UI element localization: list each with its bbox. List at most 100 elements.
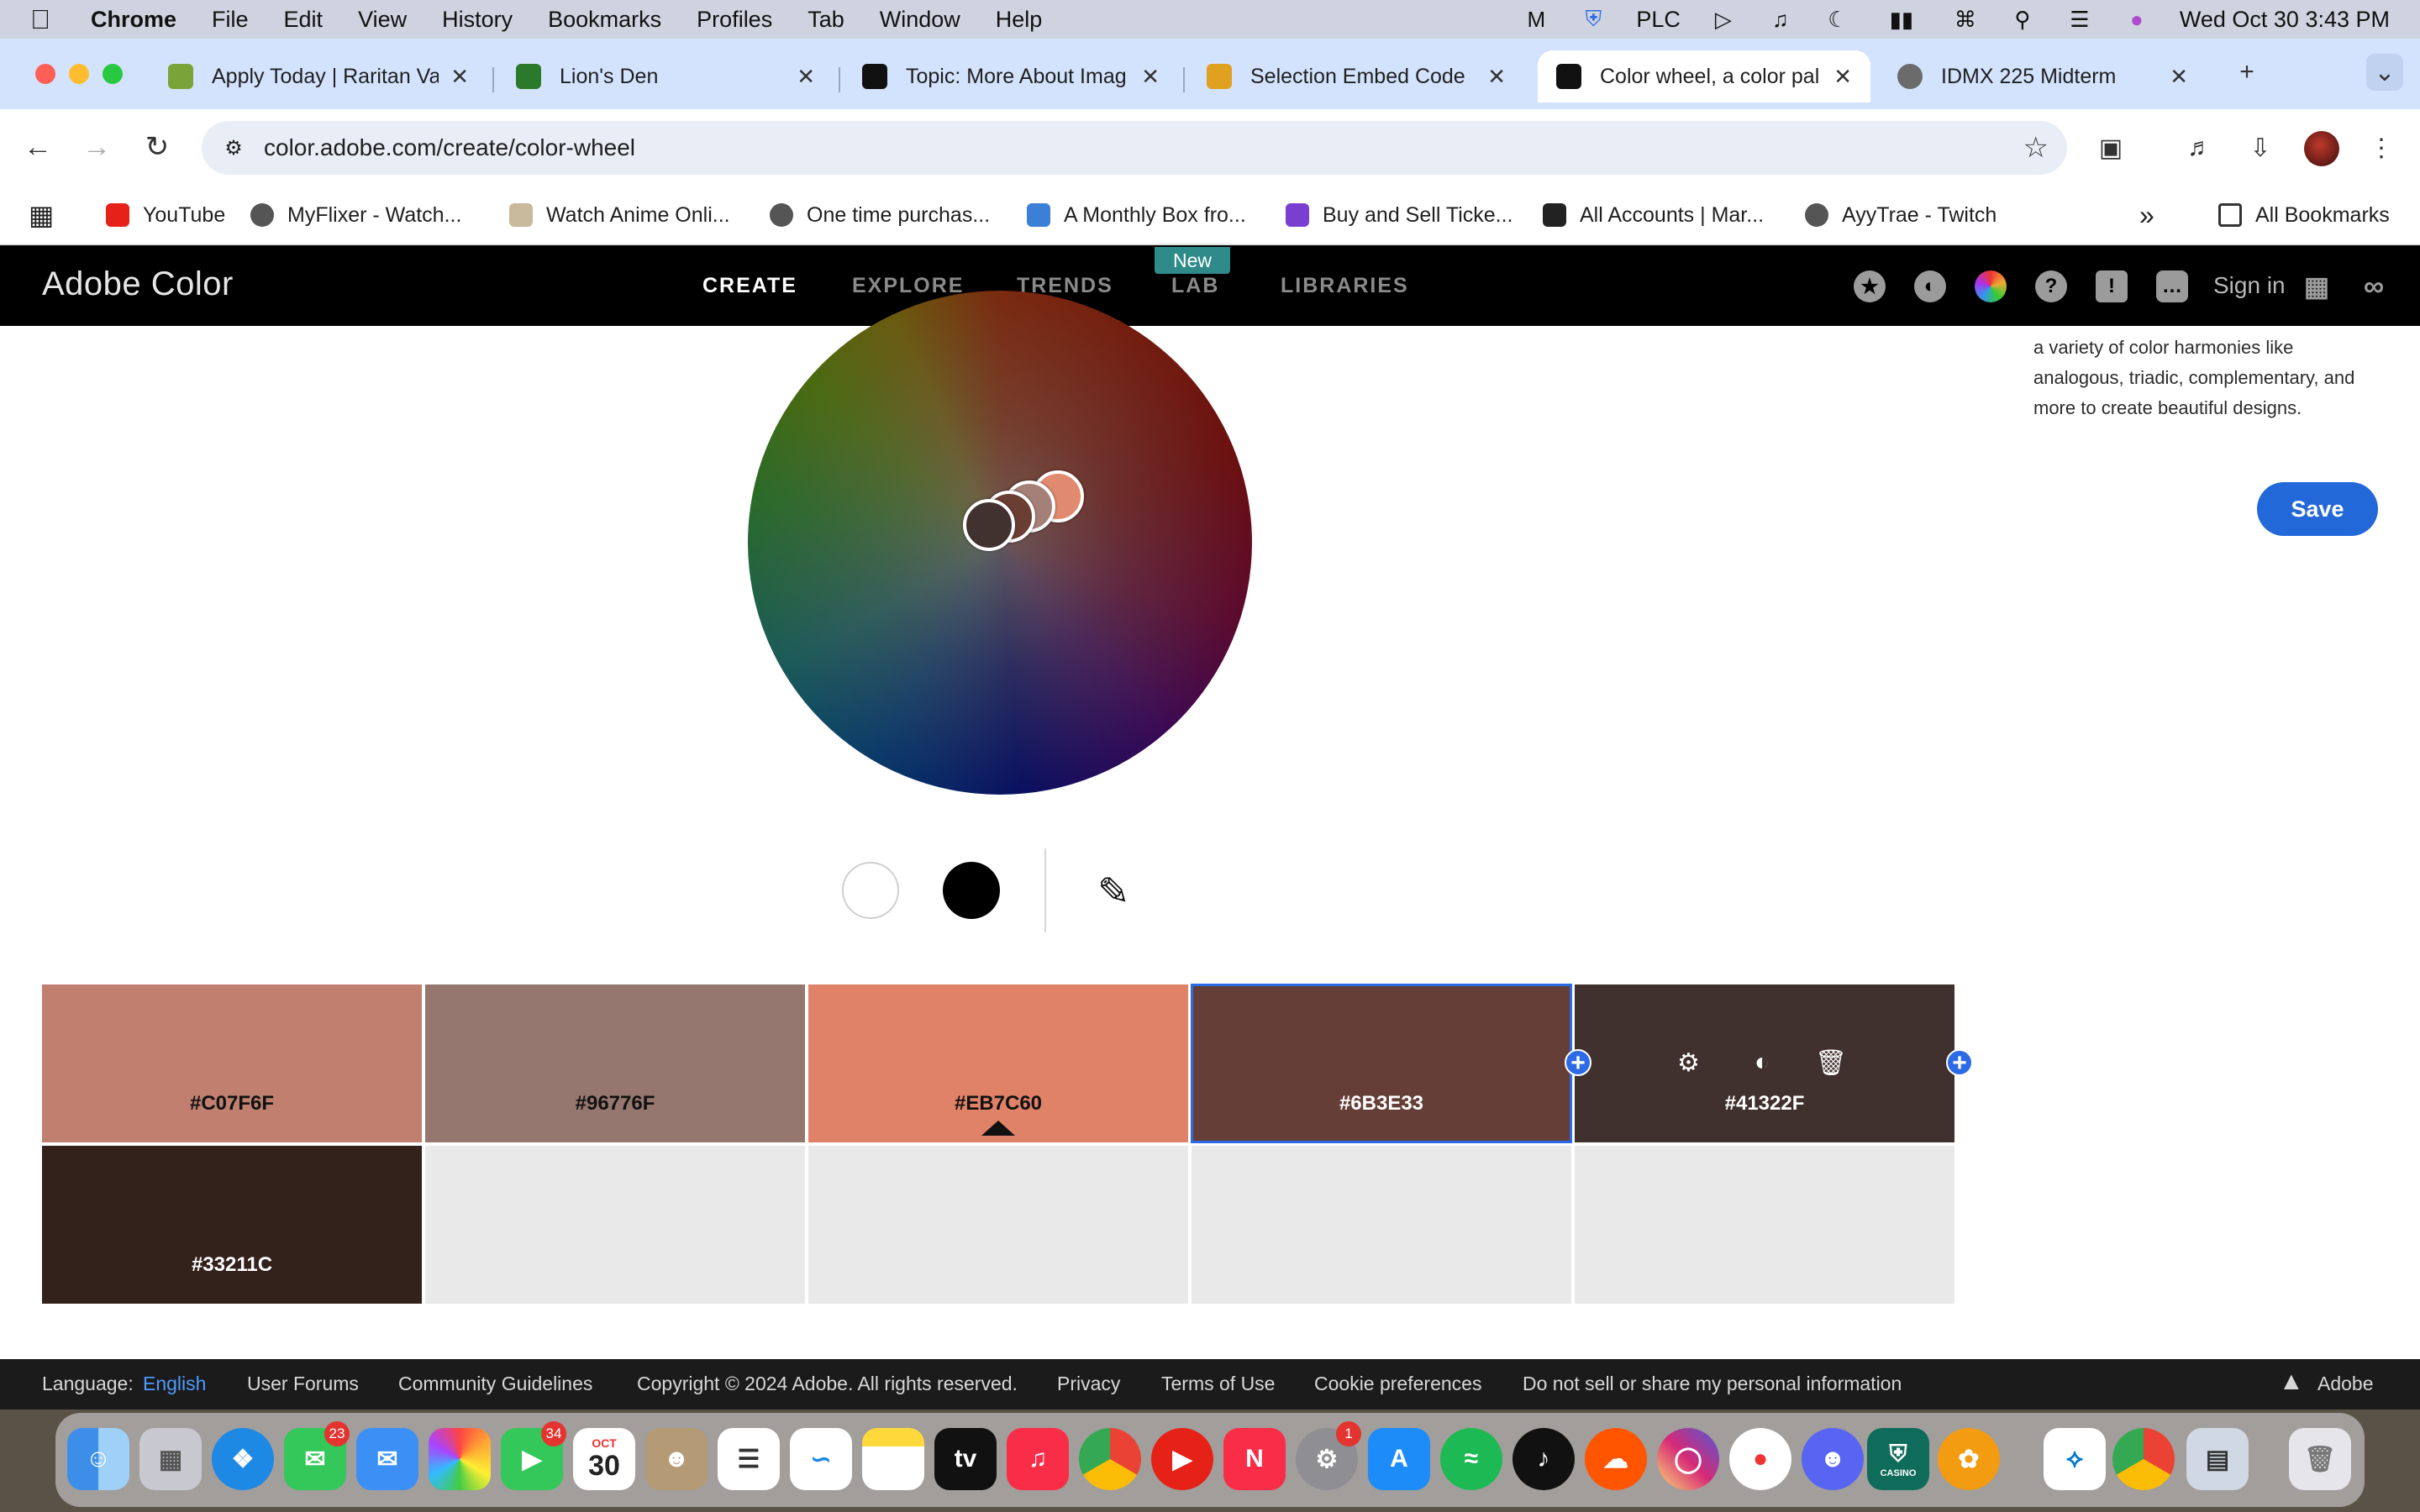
airpods-icon[interactable]: ♫ [1766,7,1795,32]
bookmark-monthly-box[interactable]: A Monthly Box fro... [1027,198,1246,232]
music-icon[interactable]: ♫ [1007,1428,1069,1490]
set-base-color-icon[interactable]: ◐ [1754,1048,1770,1077]
media-controls-icon[interactable]: ♬ [2181,129,2218,166]
menu-edit[interactable]: Edit [284,7,324,33]
close-window-button[interactable] [35,64,55,84]
swatch-hex[interactable]: #6B3E33 [1192,1092,1571,1116]
mail-icon[interactable]: ✉ [356,1428,418,1490]
reload-button[interactable]: ↻ [138,128,176,166]
sign-in-link[interactable]: Sign in [2213,272,2286,299]
fl-studio-icon[interactable]: ✿ [1938,1428,2000,1490]
tiktok-icon[interactable]: ♪ [1512,1428,1575,1490]
tab-close-icon[interactable]: ✕ [2170,64,2188,90]
menu-clock[interactable]: Wed Oct 30 3:43 PM [2180,7,2390,33]
contacts-icon[interactable]: ☻ [645,1428,708,1490]
tab-idmx-midterm[interactable]: IDMX 225 Midterm ✕ [1879,50,2207,102]
casino-app-icon[interactable]: ⛨ CASINO [1867,1428,1929,1490]
bookmark-youtube[interactable]: YouTube [106,198,225,232]
adobe-logo-icon[interactable]: ▲ [2279,1368,2304,1396]
all-bookmarks[interactable]: All Bookmarks [2218,198,2390,232]
youtube-app-icon[interactable]: ▶ [1151,1428,1213,1490]
chrome-secondary-icon[interactable] [2112,1428,2175,1490]
swatch-hex[interactable]: #33211C [42,1253,422,1277]
tab-raritan[interactable]: Apply Today | Raritan Va ✕ [150,50,487,102]
site-settings-icon[interactable]: ⚙ [220,134,247,161]
tab-topic[interactable]: Topic: More About Imag ✕ [844,50,1178,102]
footer-link-terms[interactable]: Terms of Use [1161,1373,1275,1395]
new-tab-button[interactable]: + [2228,54,2265,91]
launchpad-icon[interactable]: ▦ [139,1428,202,1490]
discord-icon[interactable]: ☻ [1802,1428,1864,1490]
tab-selection-embed[interactable]: Selection Embed Code ✕ [1188,50,1524,102]
adjust-sliders-icon[interactable]: ⚙ [1677,1048,1700,1078]
spotify-icon[interactable]: ≈ [1440,1428,1502,1490]
bookmark-twitch[interactable]: AyyTrae - Twitch [1805,198,1996,232]
profile-avatar[interactable] [2304,131,2339,166]
freeform-icon[interactable]: ∽ [790,1428,852,1490]
color-node[interactable] [963,499,1015,551]
apps-grid-icon[interactable]: ▦ [29,198,54,232]
menu-app-chrome[interactable]: Chrome [91,7,176,33]
plc-status[interactable]: PLC [1636,7,1681,33]
apps-grid-icon[interactable]: ▦ [2301,270,2333,302]
play-circle-icon[interactable]: ▷ [1709,7,1738,32]
apple-icon[interactable]:  [30,4,59,35]
menu-view[interactable]: View [358,7,407,33]
reminders-icon[interactable]: ☰ [718,1428,780,1490]
tab-close-icon[interactable]: ✕ [1487,64,1506,90]
tab-color-wheel[interactable]: Color wheel, a color pal ✕ [1538,50,1870,102]
color-swatch[interactable]: #96776F [425,984,805,1142]
footer-link-privacy[interactable]: Privacy [1057,1373,1120,1395]
spotlight-search-icon[interactable]: ⚲ [2008,7,2037,32]
chrome-icon[interactable] [1079,1428,1141,1490]
malwarebytes-icon[interactable]: M [1522,7,1550,32]
add-color-left-button[interactable]: + [1565,1049,1591,1076]
menu-profiles[interactable]: Profiles [697,7,772,33]
menu-tab[interactable]: Tab [808,7,844,33]
swatch-hex[interactable]: #C07F6F [42,1092,422,1116]
maps-icon[interactable]: ● [1729,1428,1791,1490]
soundcloud-icon[interactable]: ☁ [1585,1428,1647,1490]
calendar-icon[interactable]: OCT 30 [573,1428,635,1490]
photos-icon[interactable] [429,1428,491,1490]
bookmark-one-time[interactable]: One time purchas... [770,198,990,232]
footer-link-cookie-preferences[interactable]: Cookie preferences [1314,1373,1481,1395]
bookmark-myflixer[interactable]: MyFlixer - Watch... [250,198,461,232]
adobe-color-logo[interactable]: Adobe Color [42,265,234,303]
bookmark-tickets[interactable]: Buy and Sell Ticke... [1286,198,1513,232]
menu-history[interactable]: History [442,7,513,33]
vscode-icon[interactable]: ⟡ [2044,1428,2106,1490]
zoom-window-button[interactable] [103,64,123,84]
extensions-icon[interactable]: ▣ [2092,129,2129,166]
control-center-icon[interactable]: ☰ [2065,7,2094,32]
chat-icon[interactable]: … [2156,270,2188,302]
eyedropper-icon[interactable]: ✎ [1097,869,1130,914]
forward-button[interactable]: → [77,128,116,166]
black-swatch-button[interactable] [943,862,1000,919]
white-swatch-button[interactable] [842,862,899,919]
favorite-star-icon[interactable]: ★ [1854,270,1886,302]
finder-icon[interactable]: ☺ [67,1428,129,1490]
safari-icon[interactable]: ❖ [212,1428,274,1490]
menu-help[interactable]: Help [996,7,1043,33]
tab-lions-den[interactable]: Lion's Den ✕ [497,50,834,102]
app-store-icon[interactable]: A [1368,1428,1430,1490]
shield-icon[interactable]: ⛨ [1579,6,1607,32]
menu-file[interactable]: File [212,7,249,33]
color-swatch[interactable]: #33211C [42,1146,422,1304]
siri-icon[interactable]: ● [2123,7,2151,32]
chrome-menu-icon[interactable]: ⋮ [2363,129,2400,166]
tab-close-icon[interactable]: ✕ [1833,64,1852,90]
swatch-hex[interactable]: #41322F [1575,1092,1954,1116]
focus-moon-icon[interactable]: ☾ [1823,7,1852,32]
language-selector[interactable]: English [143,1373,206,1395]
wifi-icon[interactable]: ⌘ [1951,7,1980,32]
footer-link-community-guidelines[interactable]: Community Guidelines [398,1373,592,1395]
news-icon[interactable]: N [1223,1428,1286,1490]
help-icon[interactable]: ? [2035,270,2067,302]
color-swatch[interactable]: #C07F6F [42,984,422,1142]
bookmark-anime[interactable]: Watch Anime Onli... [509,198,730,232]
preview-icon[interactable]: ▤ [2186,1428,2249,1490]
footer-link-do-not-sell[interactable]: Do not sell or share my personal informa… [1523,1373,1902,1395]
color-swatch[interactable]: #6B3E33 [1191,984,1572,1143]
